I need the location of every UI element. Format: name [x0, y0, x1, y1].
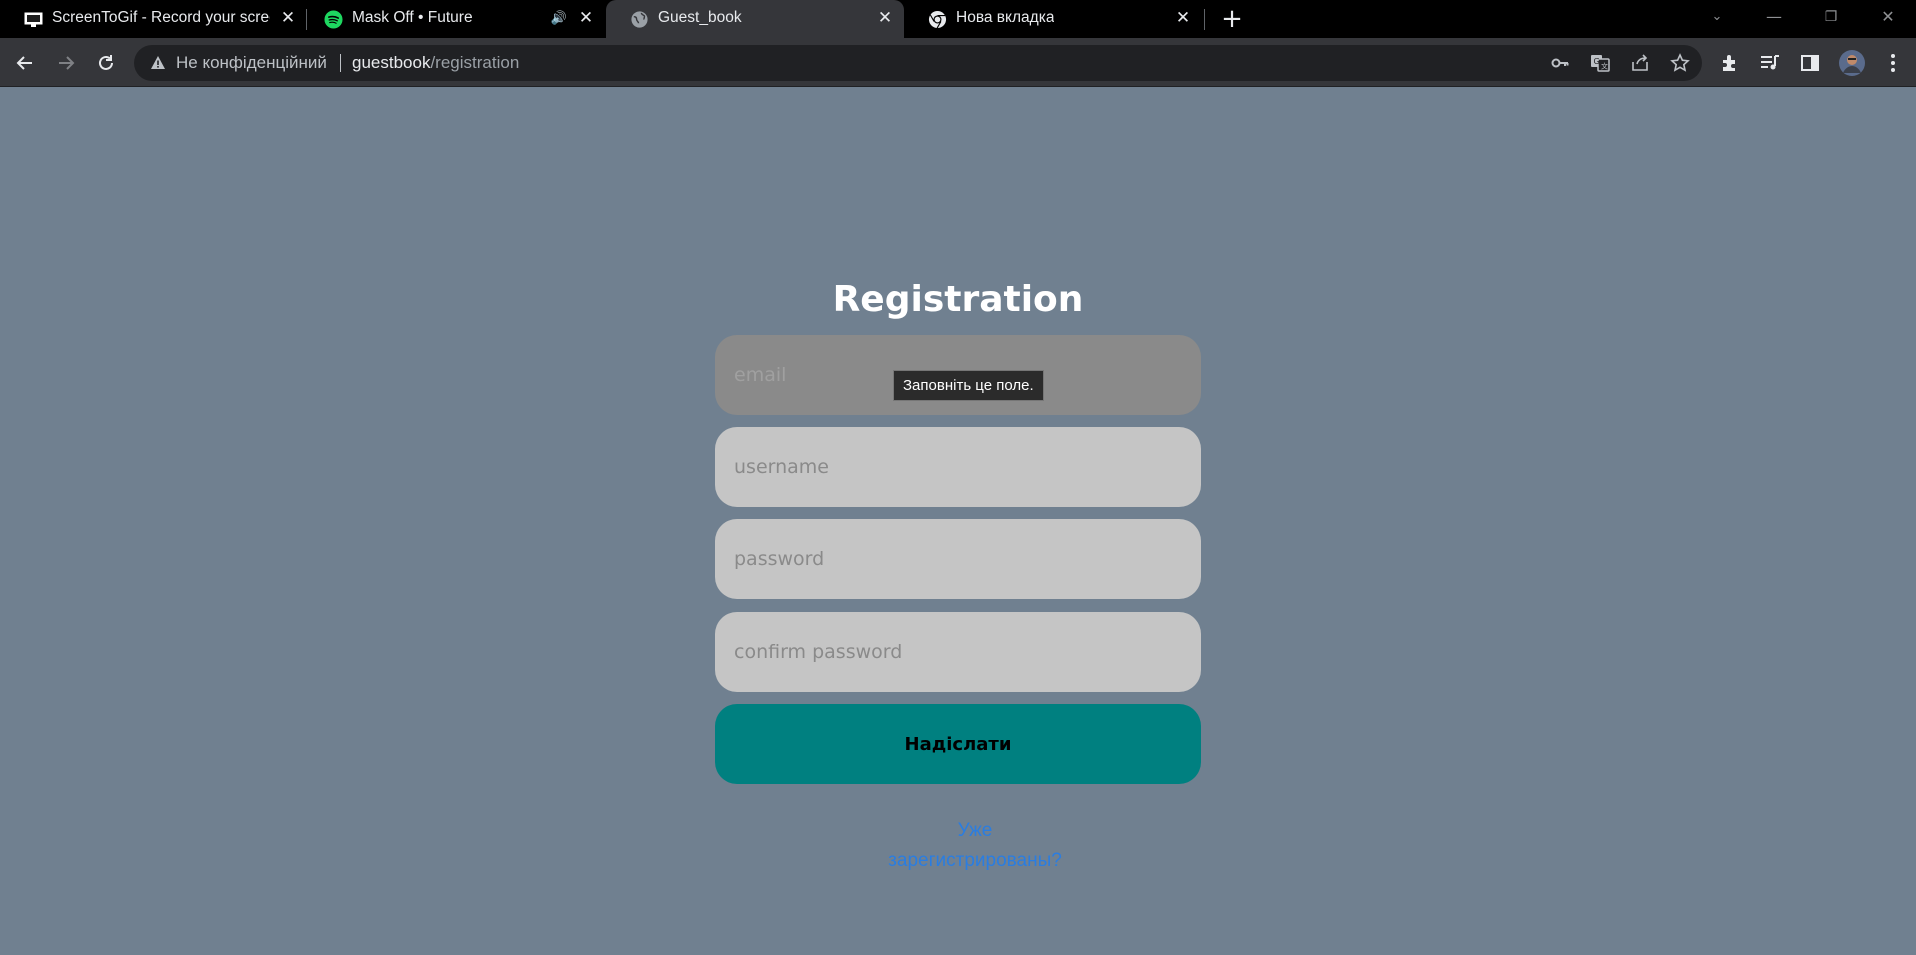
link-line-1: Уже: [957, 820, 993, 841]
page-title: Registration: [832, 279, 1084, 320]
reload-icon[interactable]: [93, 50, 119, 76]
tab-title: Guest_book: [658, 9, 742, 26]
avatar-icon: [1839, 50, 1865, 76]
close-tab-icon[interactable]: ✕: [279, 9, 297, 27]
registration-page: Registration Надіслати Уже зарегистриров…: [0, 87, 1916, 955]
tab-title: Нова вкладка: [956, 9, 1055, 26]
confirm-password-field[interactable]: [715, 612, 1201, 692]
tab-title: Mask Off • Future: [352, 9, 473, 26]
close-tab-icon[interactable]: ✕: [577, 9, 595, 27]
chrome-menu-icon[interactable]: [1880, 50, 1906, 76]
minimize-icon[interactable]: —: [1746, 0, 1802, 34]
screentogif-favicon-icon: [24, 12, 43, 27]
speaker-icon[interactable]: 🔊: [550, 9, 568, 27]
url-text[interactable]: guestbook/registration: [352, 53, 519, 73]
address-separator: [340, 54, 341, 72]
username-field[interactable]: [715, 427, 1201, 507]
tab-guestbook[interactable]: Guest_book ✕: [606, 0, 904, 38]
key-icon[interactable]: [1550, 53, 1570, 73]
forward-arrow-icon[interactable]: [53, 50, 79, 76]
password-field[interactable]: [715, 519, 1201, 599]
submit-button[interactable]: Надіслати: [715, 704, 1201, 784]
bookmark-star-icon[interactable]: [1670, 53, 1690, 73]
chrome-favicon-icon: [928, 10, 947, 29]
back-arrow-icon[interactable]: [12, 50, 38, 76]
translate-icon[interactable]: G文: [1590, 53, 1610, 73]
url-host: guestbook: [352, 53, 431, 72]
share-icon[interactable]: [1630, 53, 1650, 73]
tab-new-tab[interactable]: Нова вкладка ✕: [904, 0, 1202, 38]
warning-icon[interactable]: [150, 55, 166, 71]
restore-icon[interactable]: ❐: [1803, 0, 1859, 34]
validation-tooltip: Заповніть це поле.: [893, 370, 1044, 401]
tab-title: ScreenToGif - Record your screen: [52, 9, 270, 26]
new-tab-plus-icon[interactable]: +: [1219, 6, 1245, 32]
tab-separator: [1204, 9, 1205, 30]
tab-screentogif[interactable]: ScreenToGif - Record your screen ✕: [0, 0, 300, 38]
url-path: /registration: [430, 53, 520, 72]
close-tab-icon[interactable]: ✕: [1174, 9, 1192, 27]
media-controls-icon[interactable]: [1757, 50, 1783, 76]
tab-search-chevron-icon[interactable]: ⌄: [1689, 0, 1745, 34]
address-bar[interactable]: Не конфіденційний guestbook/registration…: [134, 45, 1702, 81]
profile-avatar[interactable]: [1838, 49, 1866, 77]
tab-strip: ScreenToGif - Record your screen ✕ Mask …: [0, 0, 1916, 38]
close-tab-icon[interactable]: ✕: [876, 9, 894, 27]
extensions-puzzle-icon[interactable]: [1717, 50, 1743, 76]
link-line-2: зарегистрированы?: [888, 850, 1062, 871]
globe-favicon-icon: [631, 11, 648, 28]
side-panel-icon[interactable]: [1797, 50, 1823, 76]
already-registered-link[interactable]: Уже зарегистрированы?: [860, 816, 1090, 876]
svg-text:文: 文: [1601, 62, 1608, 71]
tab-spotify[interactable]: Mask Off • Future 🔊 ✕: [300, 0, 600, 38]
security-status[interactable]: Не конфіденційний: [176, 53, 327, 73]
close-window-icon[interactable]: ✕: [1860, 0, 1916, 34]
svg-text:G: G: [1594, 57, 1600, 66]
spotify-favicon-icon: [324, 10, 343, 29]
